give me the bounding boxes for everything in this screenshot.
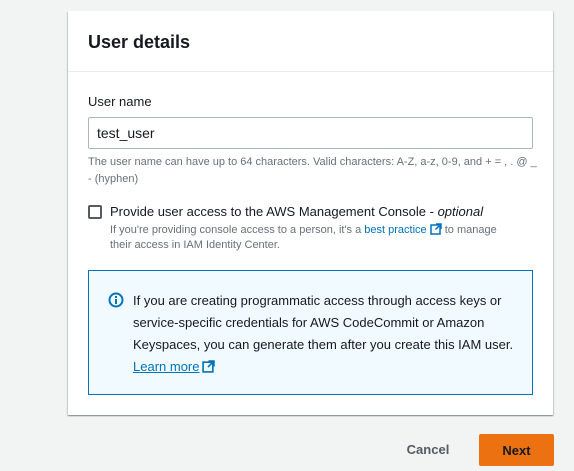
console-desc-before: If you're providing console access to a …	[110, 224, 365, 236]
panel-title: User details	[88, 32, 191, 52]
info-icon	[108, 292, 124, 308]
external-link-icon	[202, 360, 216, 373]
username-hint: The user name can have up to 64 characte…	[88, 156, 537, 185]
optional-tag: optional	[437, 204, 484, 219]
learn-more-link-text: Learn more	[133, 359, 200, 374]
user-details-panel: User details User name The user name can…	[68, 11, 553, 415]
panel-header: User details	[68, 11, 553, 72]
best-practice-link-text: best practice	[364, 224, 427, 236]
console-access-description: If you're providing console access to a …	[110, 223, 510, 253]
console-access-checkbox[interactable]	[88, 205, 102, 219]
username-input[interactable]	[88, 117, 533, 149]
info-alert-text: If you are creating programmatic access …	[133, 290, 523, 378]
console-access-label-text: Provide user access to the AWS Managemen…	[110, 204, 438, 219]
info-alert: If you are creating programmatic access …	[88, 270, 533, 395]
console-access-label[interactable]: Provide user access to the AWS Managemen…	[110, 204, 483, 220]
external-link-icon	[429, 223, 442, 235]
learn-more-link[interactable]: Learn more	[133, 359, 199, 374]
next-button[interactable]: Next	[479, 434, 554, 466]
username-label: User name	[88, 94, 152, 109]
info-alert-body: If you are creating programmatic access …	[133, 293, 514, 352]
best-practice-link[interactable]: best practice	[364, 223, 442, 236]
cancel-button[interactable]: Cancel	[396, 434, 460, 466]
